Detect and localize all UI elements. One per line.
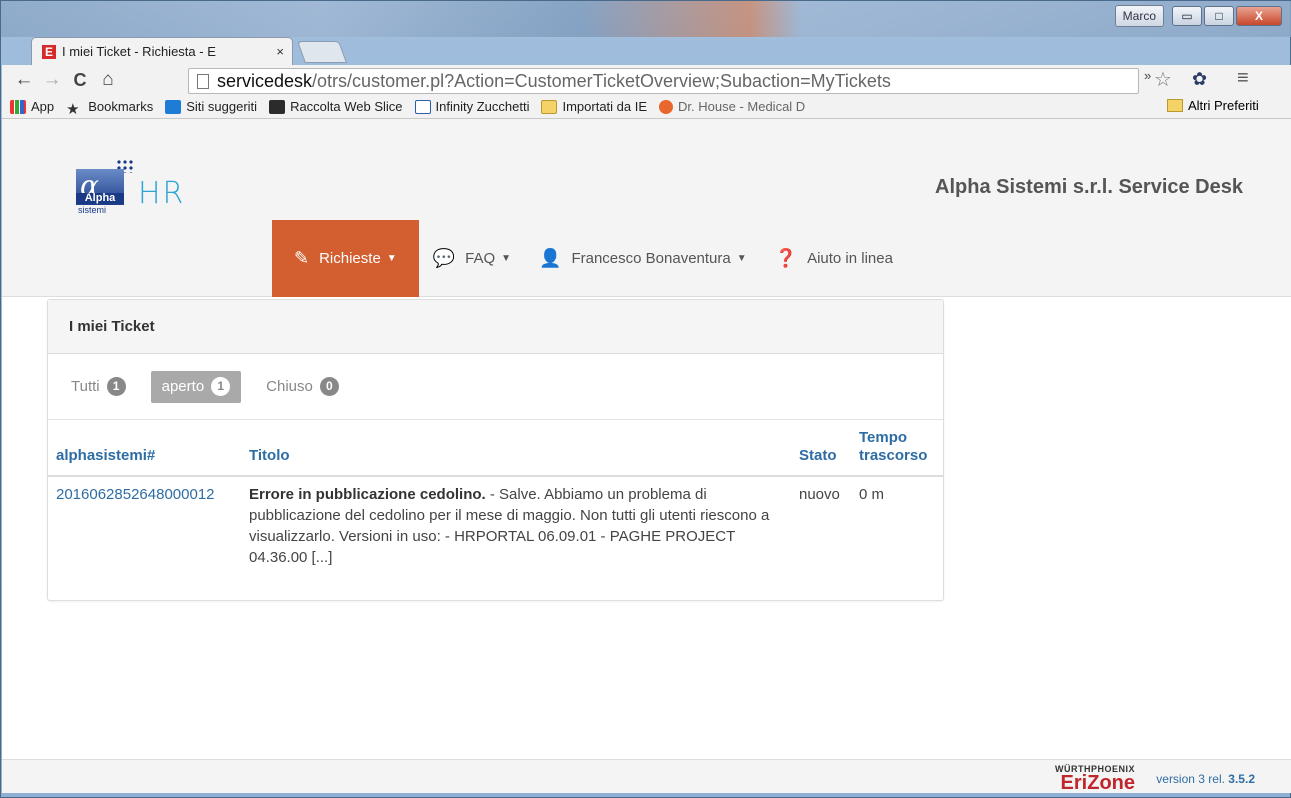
count-badge: 1 xyxy=(106,377,126,396)
menu-icon[interactable]: ≡ xyxy=(1237,67,1249,90)
panel-title: I miei Ticket xyxy=(48,300,943,354)
nav-user[interactable]: 👤 Francesco Bonaventura ▼ xyxy=(525,220,761,297)
folder-icon xyxy=(541,99,558,114)
bookmarks-bar: App ★ Bookmarks Siti suggeriti Raccolta … xyxy=(2,95,1291,119)
comments-icon: 💬 xyxy=(432,248,456,268)
more-bookmarks-button[interactable]: » xyxy=(1144,68,1151,83)
version-text: version 3 rel. 3.5.2 xyxy=(1156,772,1255,786)
page-icon xyxy=(414,99,431,114)
filter-chiuso[interactable]: Chiuso 0 xyxy=(255,371,350,403)
bookmark-dr-house[interactable]: Dr. House - Medical D xyxy=(659,99,805,114)
favicon-icon: E xyxy=(42,44,56,59)
star-icon: ★ xyxy=(66,100,80,118)
site-title: Alpha Sistemi s.r.l. Service Desk xyxy=(935,176,1243,198)
webslice-icon xyxy=(269,99,286,114)
ticket-state: nuovo xyxy=(799,486,840,503)
maximize-button[interactable]: □ xyxy=(1204,6,1234,26)
question-icon: ❓ xyxy=(774,248,798,268)
caret-down-icon: ▼ xyxy=(386,253,397,264)
ticket-icon: ✎ xyxy=(294,248,310,268)
close-window-button[interactable]: X xyxy=(1236,6,1282,26)
main-nav: ✎ Richieste ▼ 💬 FAQ ▼ 👤 Francesco Bonavent… xyxy=(272,220,907,297)
ticket-filters: Tutti 1 aperto 1 Chiuso 0 xyxy=(48,354,943,420)
folder-icon xyxy=(1167,99,1183,112)
tickets-panel: I miei Ticket Tutti 1 aperto 1 Chiuso 0 alp… xyxy=(47,299,944,601)
bookmark-bookmarks[interactable]: ★ Bookmarks xyxy=(66,99,153,118)
column-title[interactable]: Titolo xyxy=(241,420,791,477)
home-icon[interactable]: ⌂ xyxy=(94,69,122,91)
count-badge: 0 xyxy=(319,377,339,396)
address-bar[interactable]: servicedesk/otrs/customer.pl?Action=Cust… xyxy=(188,68,1139,94)
nav-richieste[interactable]: ✎ Richieste ▼ xyxy=(272,220,419,297)
filter-aperto[interactable]: aperto 1 xyxy=(150,370,242,403)
user-icon: 👤 xyxy=(539,248,562,268)
nav-help[interactable]: ❓ Aiuto in linea xyxy=(761,220,907,297)
extension-icon[interactable]: ✿ xyxy=(1192,69,1207,90)
page-content: α Alpha sistemi HR Alpha Sistemi s.r.l. … xyxy=(2,119,1291,793)
filter-tutti[interactable]: Tutti 1 xyxy=(60,371,137,403)
forward-icon[interactable]: → xyxy=(38,69,66,91)
reload-icon[interactable]: C xyxy=(66,70,94,91)
back-icon[interactable]: ← xyxy=(10,69,38,91)
bookmark-infinity[interactable]: Infinity Zucchetti xyxy=(414,99,529,114)
alpha-logo[interactable]: α Alpha sistemi xyxy=(76,159,134,223)
page-icon xyxy=(197,73,209,89)
apps-icon xyxy=(10,99,26,114)
new-tab-button[interactable] xyxy=(296,41,348,63)
minimize-button[interactable]: ▭ xyxy=(1172,6,1202,26)
hr-logo: HR xyxy=(138,176,186,211)
tv-icon xyxy=(659,99,674,114)
close-tab-icon[interactable]: × xyxy=(276,44,284,59)
browser-tab-active[interactable]: E I miei Ticket - Richiesta - E × xyxy=(31,37,293,65)
bookmark-importati[interactable]: Importati da IE xyxy=(541,99,647,114)
site-header: α Alpha sistemi HR Alpha Sistemi s.r.l. … xyxy=(2,119,1291,297)
browser-toolbar: ← → C ⌂ servicedesk/otrs/customer.pl?Act… xyxy=(2,65,1291,119)
table-row[interactable]: 2016062852648000012 Errore in pubblicazi… xyxy=(48,476,943,575)
bookmark-star-icon[interactable]: ☆ xyxy=(1154,67,1172,92)
profile-button[interactable]: Marco xyxy=(1114,5,1164,27)
ticket-age: 0 m xyxy=(859,486,885,503)
bookmark-web-slice[interactable]: Raccolta Web Slice xyxy=(269,99,403,114)
column-number[interactable]: alphasistemi# xyxy=(48,420,241,477)
title-bar xyxy=(1,1,1291,37)
bookmark-siti-suggeriti[interactable]: Siti suggeriti xyxy=(165,99,257,114)
tickets-table: alphasistemi# Titolo Stato Tempo trascor… xyxy=(48,420,943,575)
nav-faq[interactable]: 💬 FAQ ▼ xyxy=(419,220,525,297)
column-age[interactable]: Tempo trascorso xyxy=(851,420,943,477)
window-controls: Marco ▭ □ X xyxy=(1114,5,1282,27)
url-text: servicedesk/otrs/customer.pl?Action=Cust… xyxy=(217,70,891,91)
caret-down-icon: ▼ xyxy=(736,253,747,264)
ticket-number[interactable]: 2016062852648000012 xyxy=(48,476,241,575)
count-badge: 1 xyxy=(211,377,231,396)
bing-icon xyxy=(165,99,182,114)
caret-down-icon: ▼ xyxy=(501,253,512,264)
ticket-title[interactable]: Errore in pubblicazione cedolino. - Salv… xyxy=(241,476,791,575)
column-state[interactable]: Stato xyxy=(791,420,851,477)
erizone-logo: WÜRTHPHOENIX EriZone xyxy=(1054,764,1135,794)
page-footer: WÜRTHPHOENIX EriZone version 3 rel. 3.5.… xyxy=(2,759,1291,793)
bookmark-other[interactable]: Altri Preferiti xyxy=(1167,98,1259,113)
tab-title: I miei Ticket - Richiesta - E xyxy=(62,44,216,59)
browser-window: Marco ▭ □ X E I miei Ticket - Richiesta … xyxy=(0,0,1291,798)
bookmark-app[interactable]: App xyxy=(10,99,54,114)
